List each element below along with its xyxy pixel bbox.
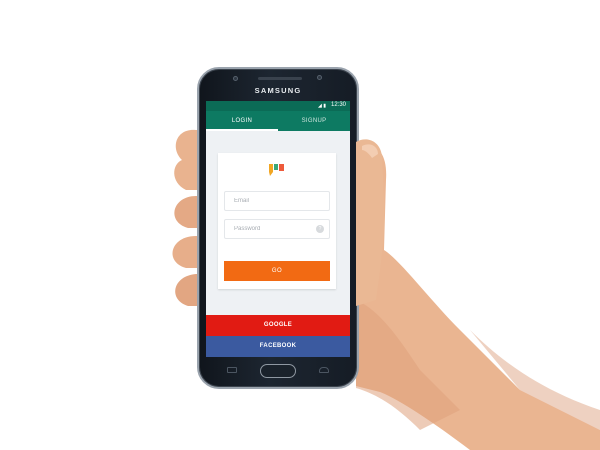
product-scene: SAMSUNG ◢ ▮ 12:30 LOGIN SIGNUP Email ? G… <box>0 0 600 450</box>
thumb-illustration <box>356 139 385 306</box>
